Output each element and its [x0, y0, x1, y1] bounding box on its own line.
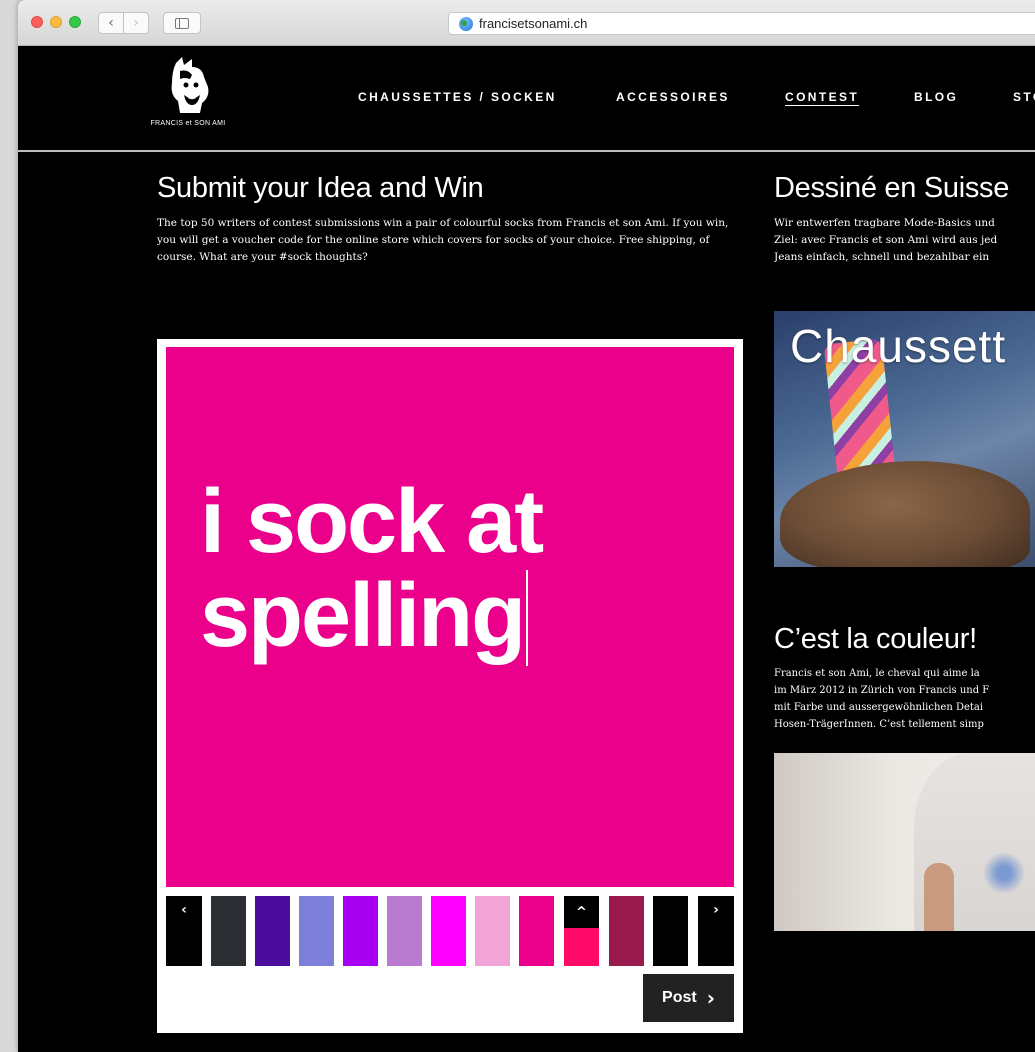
nav-store[interactable]: STO — [1013, 90, 1035, 104]
couleur-text-line: Hosen-TrägerInnen. C’est tellement simp — [774, 719, 984, 730]
chevron-right-icon: › — [713, 902, 719, 918]
nav-accessoires[interactable]: ACCESSOIRES — [616, 90, 730, 104]
chevron-right-icon: › — [133, 15, 139, 31]
couleur-title: C’est la couleur! — [774, 623, 977, 655]
nav-chaussettes-socken[interactable]: CHAUSSETTES / SOCKEN — [358, 90, 557, 104]
chevron-left-icon: ‹ — [181, 902, 187, 918]
caret-up-icon: ^ — [564, 896, 599, 928]
suede-shoe-shape — [780, 461, 1030, 567]
chaussettes-banner-image[interactable]: Chaussett — [774, 311, 1035, 567]
chevron-left-icon: ‹ — [108, 15, 114, 31]
zoom-window-button[interactable] — [69, 16, 81, 28]
web-page: FRANCIS et SON AMI CHAUSSETTES / SOCKEN … — [18, 47, 1035, 1052]
color-swatch[interactable] — [299, 896, 334, 966]
color-swatch[interactable] — [343, 896, 378, 966]
dessine-text-line: Wir entwerfen tragbare Mode-Basics und — [774, 217, 995, 229]
dessine-text: Wir entwerfen tragbare Mode-Basics und Z… — [774, 215, 1035, 266]
couleur-text-line: Francis et son Ami, le cheval qui aime l… — [774, 668, 980, 679]
color-swatch[interactable] — [519, 896, 554, 966]
palette-prev-button[interactable]: ‹ — [166, 896, 202, 966]
color-swatch[interactable] — [211, 896, 246, 966]
color-swatch[interactable] — [387, 896, 422, 966]
dessine-title: Dessiné en Suisse — [774, 172, 1010, 204]
shirt-print-shape — [979, 848, 1029, 898]
couleur-text-line: im März 2012 in Zürich von Francis und F — [774, 685, 990, 696]
contest-title: Submit your Idea and Win — [157, 172, 484, 204]
color-swatch[interactable] — [475, 896, 510, 966]
forward-button[interactable]: › — [123, 12, 149, 34]
site-logo[interactable]: FRANCIS et SON AMI — [138, 57, 238, 133]
chevron-right-icon: › — [706, 986, 715, 1010]
text-caret — [526, 570, 529, 666]
couleur-text-line: mit Farbe und aussergewöhnlichen Detai — [774, 702, 984, 713]
dessine-text-line: Jeans einfach, schnell und bezahlbar ein — [774, 251, 990, 263]
minimize-window-button[interactable] — [50, 16, 62, 28]
address-bar[interactable]: francisetsonami.ch — [448, 12, 1035, 35]
nav-blog[interactable]: BLOG — [914, 90, 958, 104]
idea-editor: i sock at spelling ‹ ^ › Post › — [157, 339, 743, 1033]
palette-next-button[interactable]: › — [698, 896, 734, 966]
browser-toolbar: ‹ › francisetsonami.ch — [18, 0, 1035, 46]
horse-logo-icon — [171, 57, 209, 113]
color-swatch[interactable] — [609, 896, 644, 966]
sidebar-icon — [175, 17, 189, 29]
color-swatch[interactable] — [255, 896, 290, 966]
color-palette: ‹ ^ › — [166, 896, 734, 966]
header-divider — [18, 150, 1035, 152]
color-swatch-selected[interactable]: ^ — [564, 896, 599, 966]
model-photo[interactable] — [774, 753, 1035, 931]
sidebar-toggle-button[interactable] — [163, 12, 201, 34]
idea-text-value: i sock at spelling — [200, 472, 544, 666]
idea-canvas[interactable]: i sock at spelling — [166, 347, 734, 887]
color-swatch[interactable] — [431, 896, 466, 966]
nav-contest[interactable]: CONTEST — [785, 90, 859, 104]
close-window-button[interactable] — [31, 16, 43, 28]
model-arm-shape — [924, 863, 954, 931]
caret-up-glyph: ^ — [576, 904, 587, 920]
dessine-text-line: Ziel: avec Francis et son Ami wird aus j… — [774, 234, 998, 246]
couleur-text: Francis et son Ami, le cheval qui aime l… — [774, 665, 1035, 733]
color-swatch[interactable] — [653, 896, 688, 966]
idea-text-input[interactable]: i sock at spelling — [200, 475, 720, 666]
post-button[interactable]: Post › — [643, 974, 734, 1022]
logo-wordmark: FRANCIS et SON AMI — [150, 120, 226, 127]
post-label: Post — [662, 989, 697, 1006]
globe-icon — [459, 16, 473, 31]
url-text: francisetsonami.ch — [479, 16, 588, 31]
browser-window: ‹ › francisetsonami.ch FRANCIS et SON AM… — [18, 0, 1035, 1052]
contest-description: The top 50 writers of contest submission… — [157, 217, 729, 263]
back-button[interactable]: ‹ — [98, 12, 124, 34]
banner-caption: Chaussett — [790, 320, 1007, 372]
